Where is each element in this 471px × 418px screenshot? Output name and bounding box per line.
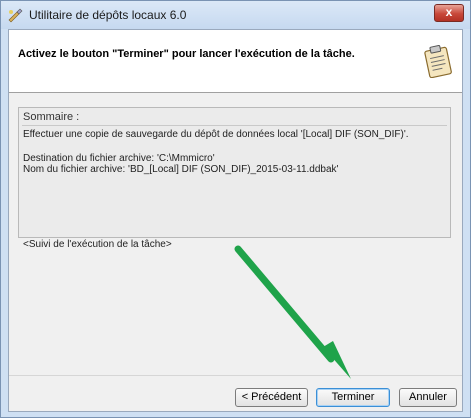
instruction-text: Activez le bouton "Terminer" pour lancer… bbox=[18, 48, 355, 60]
window-title: Utilitaire de dépôts locaux 6.0 bbox=[29, 8, 187, 22]
summary-box: Sommaire : Effectuer une copie de sauveg… bbox=[18, 107, 451, 238]
summary-line: Effectuer une copie de sauvegarde du dép… bbox=[23, 129, 409, 140]
wizard-header: Activez le bouton "Terminer" pour lancer… bbox=[9, 30, 462, 93]
cancel-button[interactable]: Annuler bbox=[399, 388, 457, 407]
footer-divider bbox=[9, 375, 462, 376]
app-icon bbox=[8, 8, 23, 23]
finish-button[interactable]: Terminer bbox=[316, 388, 390, 407]
summary-line: Nom du fichier archive: 'BD_[Local] DIF … bbox=[23, 164, 339, 175]
previous-button[interactable]: < Précédent bbox=[235, 388, 308, 407]
close-icon: x bbox=[445, 5, 453, 19]
clipboard-icon bbox=[424, 44, 452, 78]
summary-title: Sommaire : bbox=[23, 111, 80, 123]
summary-divider bbox=[22, 125, 447, 126]
app-window: Utilitaire de dépôts locaux 6.0 x Active… bbox=[0, 0, 471, 418]
progress-label: <Suivi de l'exécution de la tâche> bbox=[23, 239, 172, 250]
title-bar[interactable]: Utilitaire de dépôts locaux 6.0 x bbox=[1, 1, 470, 29]
close-button[interactable]: x bbox=[434, 4, 464, 22]
wizard-body: Activez le bouton "Terminer" pour lancer… bbox=[8, 29, 463, 412]
summary-line: Destination du fichier archive: 'C:\Mmmi… bbox=[23, 153, 215, 164]
